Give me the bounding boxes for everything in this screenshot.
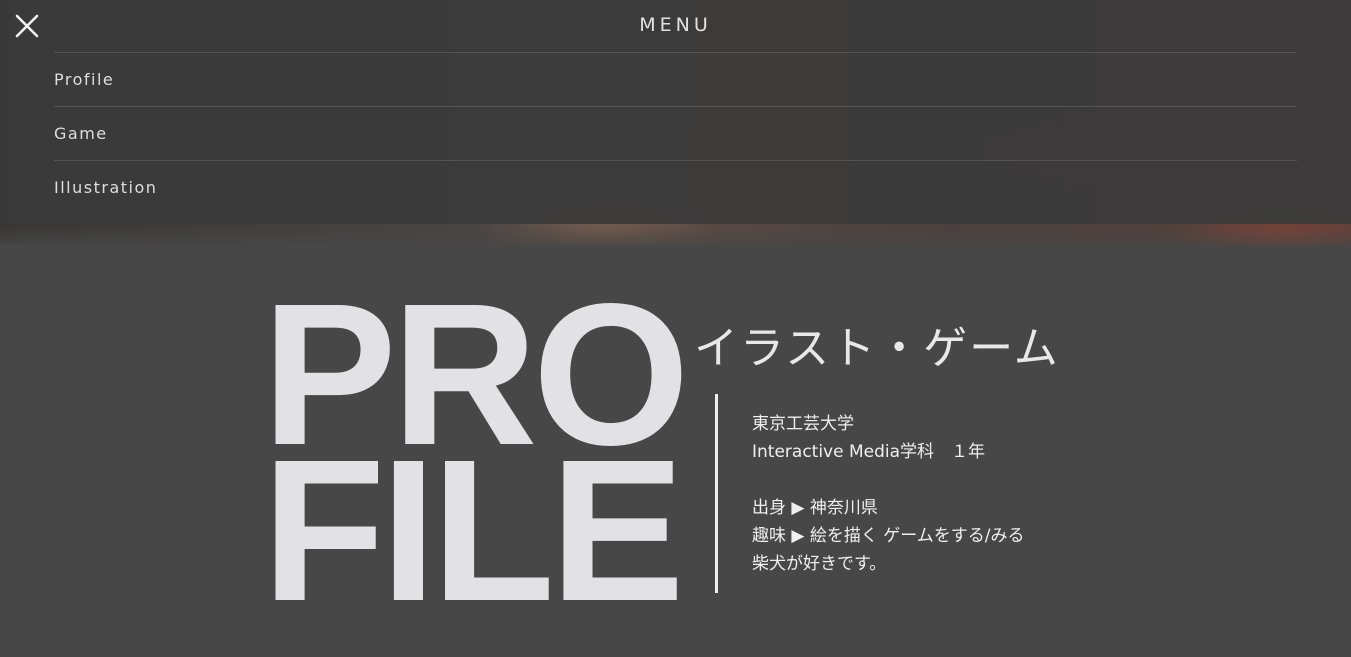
menu-overlay: MENU Profile Game Illustration <box>0 0 1351 224</box>
menu-list: Profile Game Illustration <box>54 52 1297 214</box>
hometown-text: 出身 ▶ 神奈川県 <box>752 498 878 518</box>
profile-heading-line2: FILE <box>262 417 685 643</box>
department-text: Interactive Media学科 １年 <box>752 442 986 462</box>
divider-line <box>715 394 718 593</box>
school-text: 東京工芸大学 <box>752 414 854 434</box>
menu-item-profile[interactable]: Profile <box>54 52 1297 106</box>
hero-fade <box>0 224 1351 250</box>
menu-title: MENU <box>639 14 712 36</box>
likes-text: 柴犬が好きです。 <box>752 554 887 574</box>
menu-item-game[interactable]: Game <box>54 106 1297 160</box>
profile-heading: PRO FILE <box>262 273 690 643</box>
profile-info: 東京工芸大学 Interactive Media学科 １年 出身 ▶ 神奈川県 … <box>752 410 1025 578</box>
profile-subtitle: イラスト・ゲーム <box>694 323 1060 374</box>
hobbies-text: 趣味 ▶ 絵を描く ゲームをする/みる <box>752 526 1025 546</box>
menu-item-illustration[interactable]: Illustration <box>54 160 1297 214</box>
